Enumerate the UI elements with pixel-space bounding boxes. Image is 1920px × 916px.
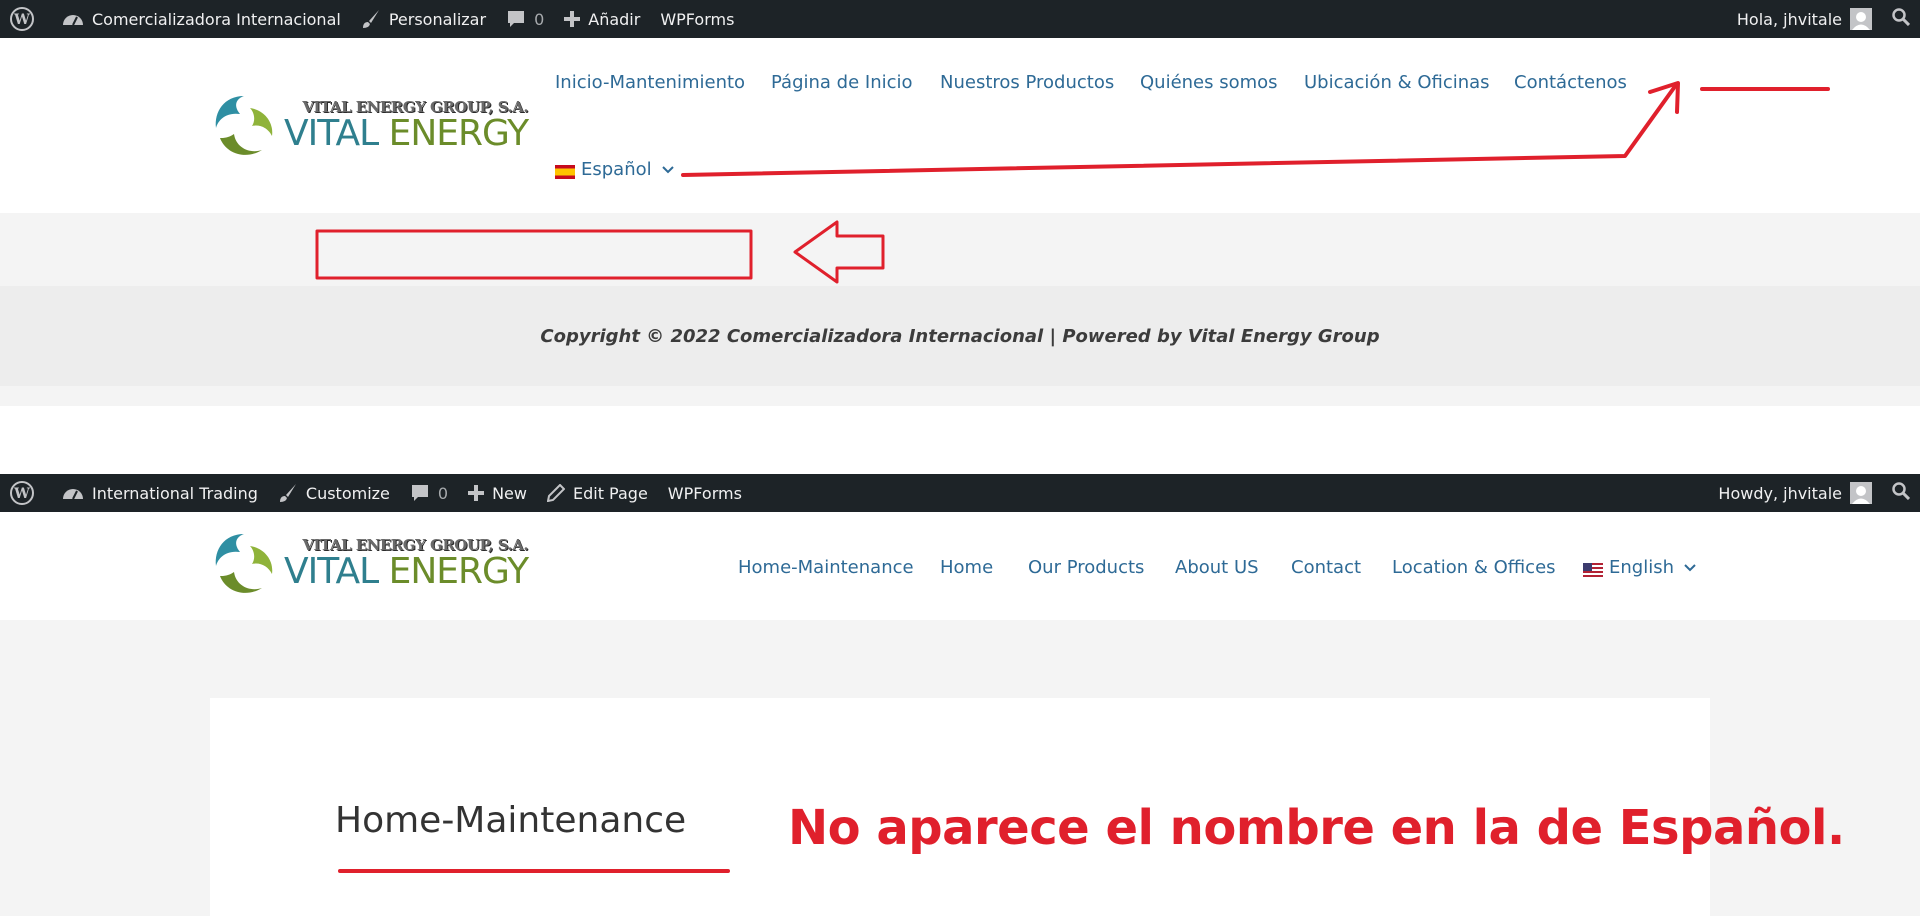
nav-item-contactenos[interactable]: Contáctenos: [1514, 72, 1627, 93]
page-title: Home-Maintenance: [335, 800, 687, 841]
language-switcher-en[interactable]: English: [1583, 557, 1696, 578]
dashboard-icon: [62, 484, 84, 502]
logo-text: VITAL ENERGY GROUP, S.A. VITAL ENERGY: [284, 538, 529, 592]
annotation-note: No aparece el nombre en la de Español.: [788, 800, 1845, 856]
new-label: Añadir: [588, 9, 641, 29]
nav-item-ubicacion-oficinas[interactable]: Ubicación & Oficinas: [1304, 72, 1490, 93]
comment-icon: [410, 483, 430, 503]
edit-page-button[interactable]: Edit Page: [537, 474, 658, 512]
wpforms-label: WPForms: [667, 483, 742, 503]
customize-button[interactable]: Customize: [268, 474, 400, 512]
logo-text: VITAL ENERGY GROUP, S.A. VITAL ENERGY: [284, 100, 529, 154]
greeting-label: Hola, jhvitale: [1736, 9, 1842, 29]
vital-energy-logo-icon: [215, 96, 273, 155]
logo-brand: VITAL ENERGY: [284, 551, 529, 592]
edit-page-label: Edit Page: [572, 483, 648, 503]
wpforms-label: WPForms: [660, 9, 735, 29]
greeting-label: Howdy, jhvitale: [1718, 483, 1842, 503]
site-header-top: VITAL ENERGY GROUP, S.A. VITAL ENERGY In…: [0, 38, 1920, 213]
wordpress-icon: W: [10, 7, 34, 31]
spain-flag-icon: [555, 163, 575, 179]
admin-bar-bottom: W International Trading Customize 0 New …: [0, 474, 1920, 512]
logo-brand: VITAL ENERGY: [284, 113, 529, 154]
comments-button[interactable]: 0: [400, 474, 458, 512]
comment-icon: [506, 9, 526, 29]
search-button[interactable]: [1882, 0, 1920, 38]
wpforms-menu[interactable]: WPForms: [658, 474, 752, 512]
separator-band: [0, 406, 1920, 474]
nav-item-pagina-de-inicio[interactable]: Página de Inicio: [771, 72, 913, 93]
nav-item-home-maintenance[interactable]: Home-Maintenance: [738, 557, 914, 578]
customize-button[interactable]: Personalizar: [351, 0, 496, 38]
my-account-menu[interactable]: Hola, jhvitale: [1727, 0, 1882, 38]
footer-copyright: Copyright © 2022 Comercializadora Intern…: [0, 286, 1920, 386]
nav-item-home[interactable]: Home: [940, 557, 993, 578]
brush-icon: [278, 483, 298, 503]
comments-count: 0: [437, 483, 449, 503]
site-logo[interactable]: VITAL ENERGY GROUP, S.A. VITAL ENERGY: [210, 528, 529, 600]
plus-icon: [564, 11, 581, 27]
wordpress-icon: W: [10, 481, 34, 505]
nav-item-location-offices[interactable]: Location & Offices: [1392, 557, 1556, 578]
customize-label: Customize: [305, 483, 390, 503]
brush-icon: [361, 9, 381, 29]
search-icon: [1892, 482, 1911, 504]
new-content-button[interactable]: New: [458, 474, 537, 512]
site-name-label: Comercializadora Internacional: [92, 9, 341, 29]
wordpress-logo-button[interactable]: W: [0, 474, 52, 512]
site-name-menu[interactable]: Comercializadora Internacional: [52, 0, 351, 38]
svg-text:W: W: [13, 486, 30, 502]
vital-energy-logo-icon: [215, 534, 273, 593]
comments-button[interactable]: 0: [496, 0, 554, 38]
site-logo[interactable]: VITAL ENERGY GROUP, S.A. VITAL ENERGY: [210, 90, 529, 162]
site-name-label: International Trading: [92, 483, 258, 503]
dashboard-icon: [62, 10, 84, 28]
wpforms-menu[interactable]: WPForms: [650, 0, 744, 38]
annotation-left-arrow: [793, 220, 885, 284]
nav-item-inicio-mantenimiento[interactable]: Inicio-Mantenimiento: [555, 72, 745, 93]
pencil-icon: [546, 484, 565, 502]
nav-item-nuestros-productos[interactable]: Nuestros Productos: [940, 72, 1114, 93]
us-flag-icon: [1583, 561, 1603, 577]
nav-item-about-us[interactable]: About US: [1175, 557, 1259, 578]
language-switcher-es[interactable]: Español: [555, 159, 674, 180]
new-label: New: [492, 483, 527, 503]
admin-bar-top: W Comercializadora Internacional Persona…: [0, 0, 1920, 38]
chevron-down-icon: [1684, 563, 1696, 572]
chevron-down-icon: [661, 165, 674, 174]
search-button[interactable]: [1882, 474, 1920, 512]
language-label: English: [1609, 557, 1674, 578]
nav-item-our-products[interactable]: Our Products: [1028, 557, 1144, 578]
language-label: Español: [581, 159, 652, 180]
nav-item-quienes-somos[interactable]: Quiénes somos: [1140, 72, 1278, 93]
avatar: [1850, 8, 1872, 30]
wordpress-logo-button[interactable]: W: [0, 0, 52, 38]
customize-label: Personalizar: [388, 9, 487, 29]
site-name-menu[interactable]: International Trading: [52, 474, 268, 512]
avatar: [1850, 482, 1872, 504]
my-account-menu[interactable]: Howdy, jhvitale: [1708, 474, 1882, 512]
annotation-empty-box: [315, 229, 753, 280]
svg-text:W: W: [13, 12, 30, 28]
search-icon: [1892, 8, 1911, 30]
plus-icon: [468, 485, 485, 501]
new-content-button[interactable]: Añadir: [554, 0, 650, 38]
comments-count: 0: [534, 9, 545, 29]
nav-item-contact[interactable]: Contact: [1291, 557, 1361, 578]
site-header-bottom: VITAL ENERGY GROUP, S.A. VITAL ENERGY Ho…: [0, 512, 1920, 620]
